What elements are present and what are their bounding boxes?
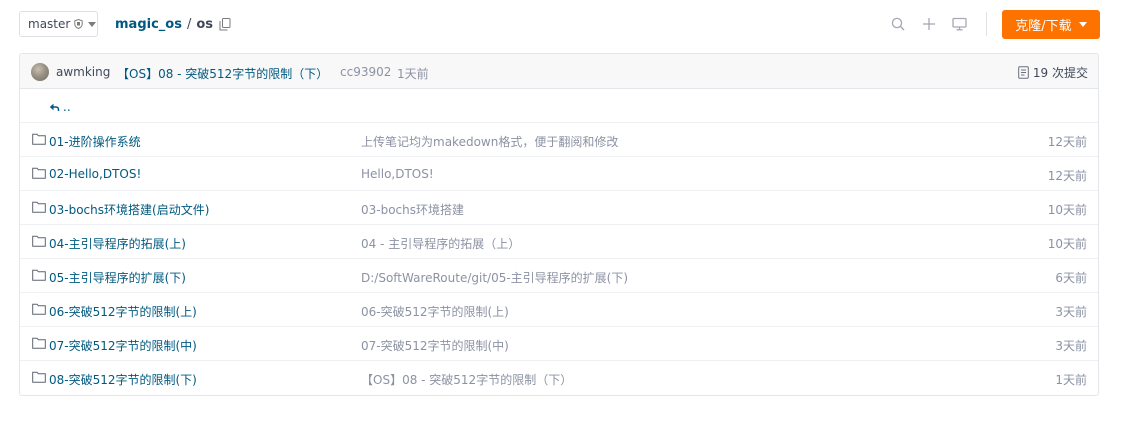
file-commit-date: 3天前 [1055, 305, 1087, 319]
commit-count-label: 19 次提交 [1032, 66, 1088, 80]
latest-commit-bar: awmking 【OS】08 - 突破512字节的限制（下） cc93902 1… [20, 54, 1098, 89]
parent-directory-label: .. [63, 100, 71, 114]
commit-count[interactable]: 19 次提交 [1018, 64, 1088, 81]
branch-selector[interactable]: master [19, 11, 98, 37]
file-commit-date: 1天前 [1055, 373, 1087, 387]
table-row[interactable]: 05-主引导程序的扩展(下) D:/SoftWareRoute/git/05-主引… [20, 259, 1098, 293]
folder-icon [32, 235, 46, 247]
file-commit-message[interactable]: 07-突破512字节的限制(中) [361, 337, 509, 354]
shield-icon [74, 19, 84, 29]
folder-icon [32, 269, 46, 281]
file-commit-date: 10天前 [1047, 237, 1087, 251]
file-name-link[interactable]: 07-突破512字节的限制(中) [49, 337, 197, 354]
table-row[interactable]: 08-突破512字节的限制(下) 【OS】08 - 突破512字节的限制（下） 1天… [20, 361, 1098, 395]
commit-hash[interactable]: cc93902 [340, 65, 391, 79]
toolbar: master magic_os / os 克隆/下载 [0, 0, 1124, 48]
table-row[interactable]: 07-突破512字节的限制(中) 07-突破512字节的限制(中) 3天前 [20, 327, 1098, 361]
back-arrow-icon [49, 103, 60, 111]
table-row[interactable]: 04-主引导程序的拓展(上) 04 - 主引导程序的拓展（上） 10天前 [20, 225, 1098, 259]
file-name-link[interactable]: 05-主引导程序的扩展(下) [49, 269, 186, 286]
branch-name: master [28, 17, 71, 31]
parent-directory-link[interactable]: .. [49, 100, 71, 114]
folder-icon [32, 201, 46, 213]
file-name-link[interactable]: 08-突破512字节的限制(下) [49, 371, 197, 388]
file-commit-date: 10天前 [1047, 203, 1087, 217]
commit-message[interactable]: 【OS】08 - 突破512字节的限制（下） [117, 65, 328, 82]
folder-icon [32, 133, 46, 145]
file-name-link[interactable]: 04-主引导程序的拓展(上) [49, 235, 186, 252]
breadcrumb-directory: os [196, 17, 214, 32]
file-name-link[interactable]: 02-Hello,DTOS! [49, 167, 141, 181]
commit-time: 1天前 [397, 67, 429, 81]
clone-download-label: 克隆/下载 [1015, 19, 1072, 34]
monitor-icon[interactable] [952, 17, 967, 31]
folder-icon [32, 337, 46, 349]
table-row[interactable]: 02-Hello,DTOS! Hello,DTOS! 12天前 [20, 157, 1098, 191]
breadcrumb-separator: / [186, 17, 192, 32]
table-row[interactable]: 01-进阶操作系统 上传笔记均为makedown格式，便于翻阅和修改 12天前 [20, 123, 1098, 157]
file-commit-message[interactable]: 上传笔记均为makedown格式，便于翻阅和修改 [361, 133, 618, 150]
table-row[interactable]: 06-突破512字节的限制(上) 06-突破512字节的限制(上) 3天前 [20, 293, 1098, 327]
add-icon[interactable] [922, 17, 936, 31]
file-list: 01-进阶操作系统 上传笔记均为makedown格式，便于翻阅和修改 12天前 02-… [20, 123, 1098, 395]
file-commit-message[interactable]: D:/SoftWareRoute/git/05-主引导程序的扩展(下) [361, 269, 628, 286]
file-browser: awmking 【OS】08 - 突破512字节的限制（下） cc93902 1… [19, 53, 1099, 396]
document-icon [1018, 66, 1029, 79]
chevron-down-icon [88, 21, 97, 27]
search-icon[interactable] [891, 17, 905, 31]
file-name-link[interactable]: 03-bochs环境搭建(启动文件) [49, 201, 209, 218]
folder-icon [32, 167, 46, 179]
file-commit-date: 12天前 [1047, 135, 1087, 149]
file-name-link[interactable]: 06-突破512字节的限制(上) [49, 303, 197, 320]
file-commit-message[interactable]: 【OS】08 - 突破512字节的限制（下） [361, 371, 572, 388]
file-name-link[interactable]: 01-进阶操作系统 [49, 133, 141, 150]
file-commit-message[interactable]: 04 - 主引导程序的拓展（上） [361, 235, 520, 252]
file-commit-message[interactable]: Hello,DTOS! [361, 167, 434, 181]
chevron-down-icon [1078, 22, 1087, 27]
breadcrumb: magic_os / os [115, 17, 231, 32]
clone-download-button[interactable]: 克隆/下载 [1002, 10, 1100, 39]
file-commit-date: 12天前 [1047, 169, 1087, 183]
file-commit-date: 6天前 [1055, 271, 1087, 285]
file-commit-message[interactable]: 03-bochs环境搭建 [361, 201, 464, 218]
commit-author[interactable]: awmking [56, 65, 110, 79]
divider [986, 12, 987, 36]
copy-icon[interactable] [219, 18, 231, 31]
table-row[interactable]: 03-bochs环境搭建(启动文件) 03-bochs环境搭建 10天前 [20, 191, 1098, 225]
avatar[interactable] [31, 63, 49, 81]
file-commit-message[interactable]: 06-突破512字节的限制(上) [361, 303, 509, 320]
file-commit-date: 3天前 [1055, 339, 1087, 353]
breadcrumb-repo[interactable]: magic_os [115, 17, 182, 32]
parent-directory-row[interactable]: .. [20, 89, 1098, 123]
folder-icon [32, 303, 46, 315]
folder-icon [32, 371, 46, 383]
